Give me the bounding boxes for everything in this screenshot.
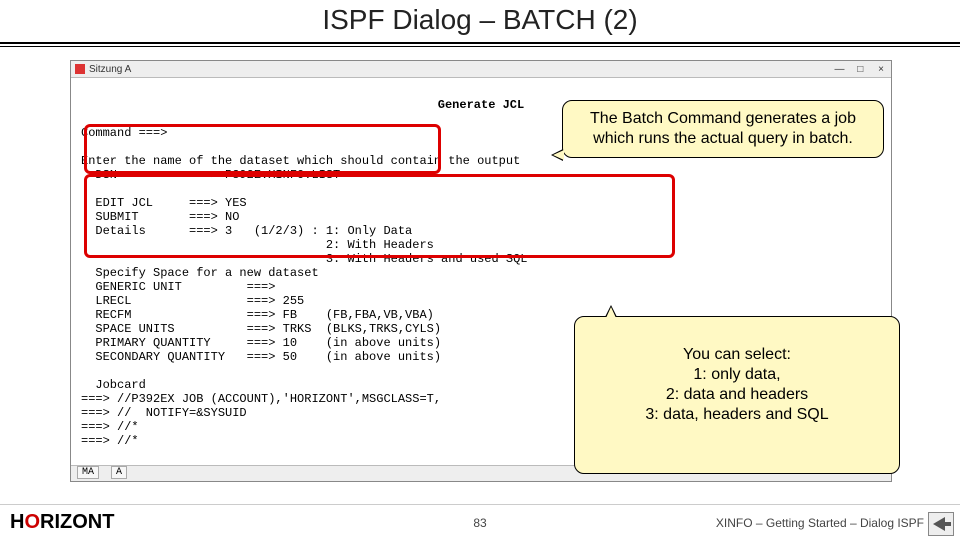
specify-space: Specify Space for a new dataset	[81, 266, 319, 280]
recfm-field[interactable]: RECFM ===> FB (FB,FBA,VB,VBA)	[81, 308, 434, 322]
details-2: 2: With Headers	[81, 238, 434, 252]
editjcl-field[interactable]: EDIT JCL ===> YES	[81, 196, 247, 210]
status-left: MA	[77, 466, 99, 479]
title-rule-1	[0, 42, 960, 44]
details-field[interactable]: Details ===> 3 (1/2/3) : 1: Only Data	[81, 224, 412, 238]
callout-select-options: You can select: 1: only data, 2: data an…	[574, 316, 900, 474]
command-prompt[interactable]: Command ===>	[81, 126, 167, 140]
close-button[interactable]: ×	[875, 64, 887, 75]
callout-tail-fill	[553, 150, 564, 160]
slide-title: ISPF Dialog – BATCH (2)	[0, 4, 960, 36]
details-3: 3: With Headers and used SQL	[81, 252, 527, 266]
callout-select-text: You can select: 1: only data, 2: data an…	[645, 346, 828, 423]
callout-batch-command: The Batch Command generates a job which …	[562, 100, 884, 158]
callout-batch-text: The Batch Command generates a job which …	[590, 110, 856, 147]
submit-field[interactable]: SUBMIT ===> NO	[81, 210, 239, 224]
title-rule-2	[0, 46, 960, 47]
jobcard-2[interactable]: ===> // NOTIFY=&SYSUID	[81, 406, 247, 420]
footer-rule	[0, 504, 960, 505]
jobcard-3[interactable]: ===> //*	[81, 420, 139, 434]
session-label: Sitzung A	[89, 64, 131, 75]
maximize-button[interactable]: □	[854, 64, 866, 75]
lrecl-field[interactable]: LRECL ===> 255	[81, 294, 304, 308]
enter-instruction: Enter the name of the dataset which shou…	[81, 154, 520, 168]
jobcard-1[interactable]: ===> //P392EX JOB (ACCOUNT),'HORIZONT',M…	[81, 392, 441, 406]
jobcard-4[interactable]: ===> //*	[81, 434, 139, 448]
dsn-field[interactable]: DSN ===> P392E.XINFO.LIST	[81, 168, 340, 182]
back-icon[interactable]	[928, 512, 954, 536]
space-units-field[interactable]: SPACE UNITS ===> TRKS (BLKS,TRKS,CYLS)	[81, 322, 441, 336]
generic-unit-field[interactable]: GENERIC UNIT ===>	[81, 280, 275, 294]
primary-qty-field[interactable]: PRIMARY QUANTITY ===> 10 (in above units…	[81, 336, 441, 350]
window-titlebar[interactable]: Sitzung A — □ ×	[71, 61, 891, 78]
callout2-tail-fill	[606, 307, 616, 318]
window-title: Sitzung A	[75, 64, 131, 75]
status-right: A	[111, 466, 127, 479]
session-icon	[75, 64, 85, 74]
window-buttons: — □ ×	[827, 64, 887, 75]
footer-right: XINFO – Getting Started – Dialog ISPF	[716, 516, 924, 530]
secondary-qty-field[interactable]: SECONDARY QUANTITY ===> 50 (in above uni…	[81, 350, 441, 364]
jobcard-label: Jobcard	[81, 378, 146, 392]
minimize-button[interactable]: —	[833, 64, 845, 75]
slide-root: ISPF Dialog – BATCH (2) Sitzung A — □ × …	[0, 0, 960, 540]
footer: HORIZONT 83 XINFO – Getting Started – Di…	[0, 504, 960, 540]
